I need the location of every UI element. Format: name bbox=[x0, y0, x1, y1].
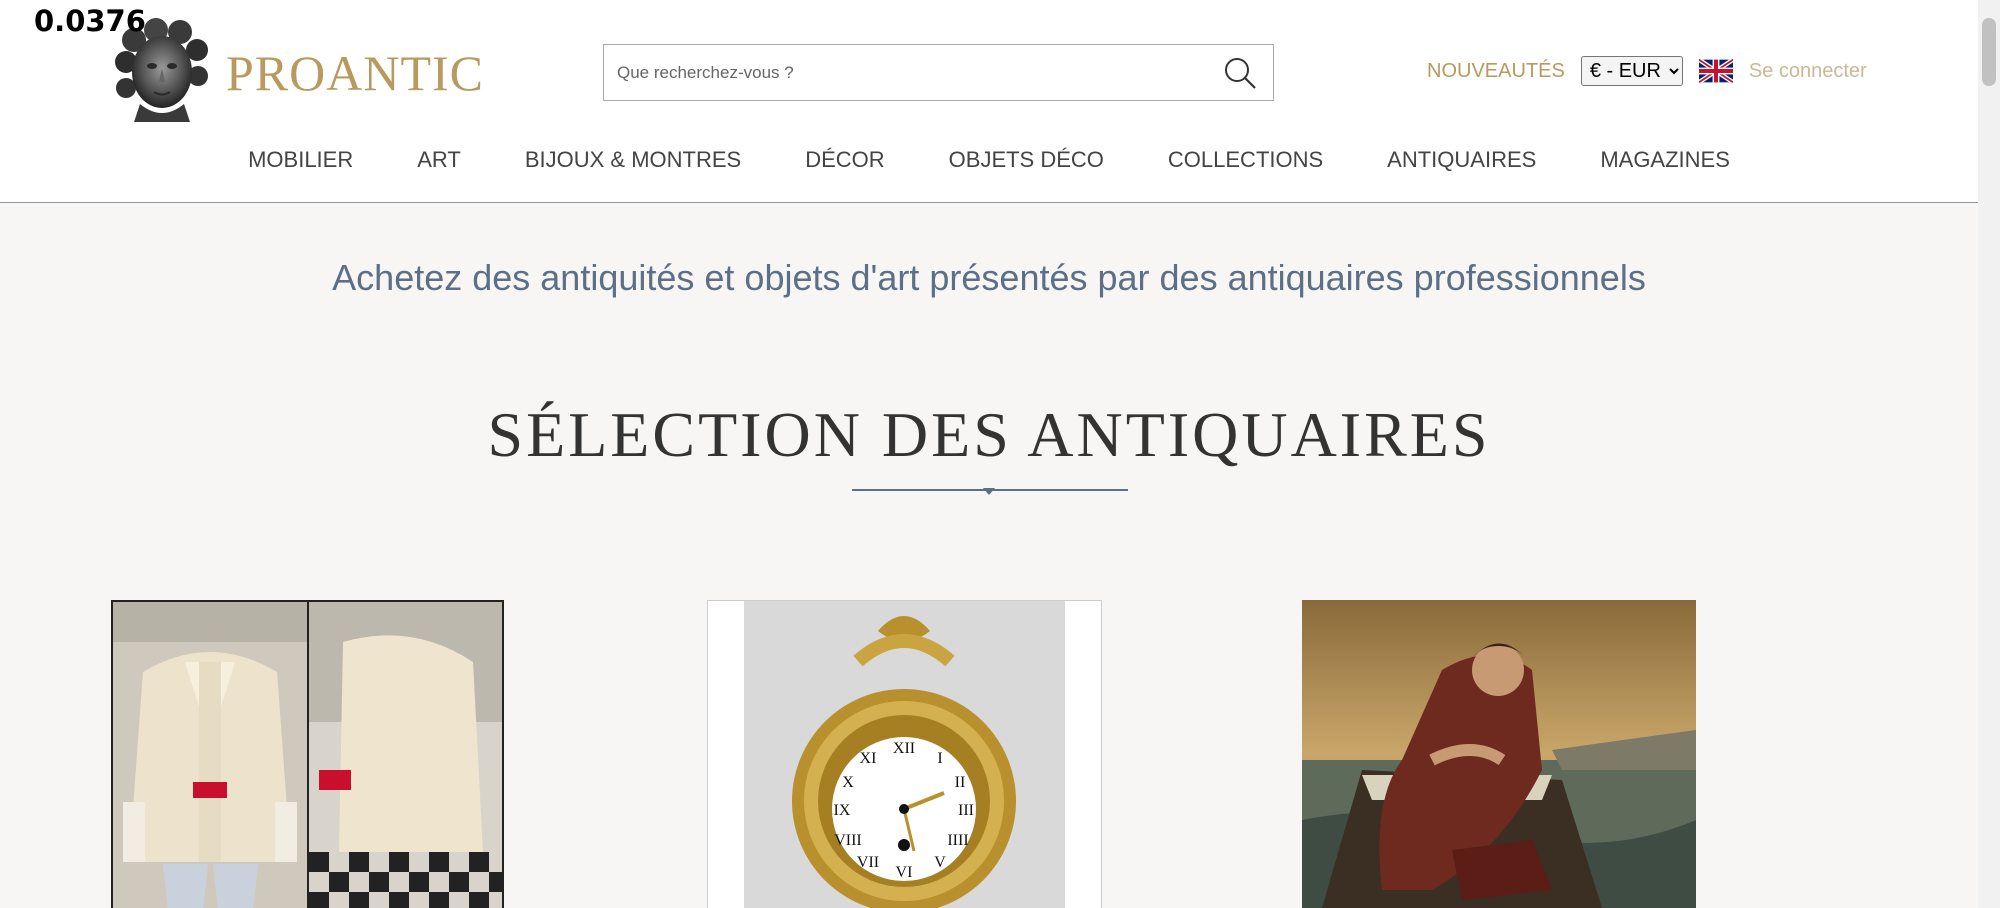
svg-text:VI: VI bbox=[896, 864, 913, 881]
logo[interactable]: PROANTIC bbox=[112, 18, 484, 122]
new-arrivals-link[interactable]: NOUVEAUTÉS bbox=[1427, 60, 1565, 83]
divider-marker-icon bbox=[983, 488, 995, 495]
product-card-jacket[interactable] bbox=[111, 600, 504, 908]
product-image-clock: XII I II III IIII V VI VII VIII IX X XI bbox=[708, 601, 1101, 908]
svg-text:IIII: IIII bbox=[947, 832, 968, 849]
product-image-painting bbox=[1302, 600, 1696, 908]
login-link[interactable]: Se connecter bbox=[1749, 60, 1867, 83]
product-card-painting[interactable] bbox=[1302, 600, 1696, 908]
svg-text:I: I bbox=[937, 750, 942, 767]
scrollbar-thumb[interactable] bbox=[1982, 18, 1996, 86]
svg-text:XI: XI bbox=[860, 750, 877, 767]
page-scrollbar[interactable] bbox=[1978, 0, 2000, 908]
svg-text:II: II bbox=[955, 774, 966, 791]
search-box bbox=[603, 44, 1274, 101]
main-nav: MOBILIER ART BIJOUX & MONTRES DÉCOR OBJE… bbox=[0, 147, 1978, 173]
svg-text:XII: XII bbox=[893, 740, 915, 757]
nav-item-art[interactable]: ART bbox=[417, 147, 461, 173]
svg-text:IX: IX bbox=[834, 802, 851, 819]
nav-item-bijoux-montres[interactable]: BIJOUX & MONTRES bbox=[525, 147, 741, 173]
currency-select[interactable]: € - EUR bbox=[1580, 56, 1683, 86]
site-header: PROANTIC NOUVEAUTÉS € - EUR Se connecter… bbox=[0, 0, 1978, 203]
svg-text:V: V bbox=[934, 854, 946, 871]
nav-item-collections[interactable]: COLLECTIONS bbox=[1168, 147, 1323, 173]
svg-text:VII: VII bbox=[857, 854, 879, 871]
search-icon[interactable] bbox=[1223, 56, 1257, 90]
logo-text: PROANTIC bbox=[226, 45, 485, 101]
product-card-clock[interactable]: XII I II III IIII V VI VII VIII IX X XI bbox=[707, 600, 1102, 908]
header-tools: NOUVEAUTÉS € - EUR Se connecter bbox=[1427, 56, 1867, 86]
search-input[interactable] bbox=[604, 45, 1207, 100]
svg-text:VIII: VIII bbox=[834, 832, 862, 849]
uk-flag-icon[interactable] bbox=[1698, 59, 1733, 83]
nav-item-mobilier[interactable]: MOBILIER bbox=[248, 147, 353, 173]
nav-item-decor[interactable]: DÉCOR bbox=[805, 147, 884, 173]
overlay-value: 0.0376 bbox=[34, 4, 146, 38]
tagline: Achetez des antiquités et objets d'art p… bbox=[332, 257, 1646, 298]
nav-item-antiquaires[interactable]: ANTIQUAIRES bbox=[1387, 147, 1536, 173]
section-title: SÉLECTION DES ANTIQUAIRES bbox=[487, 399, 1491, 470]
svg-text:III: III bbox=[958, 802, 974, 819]
nav-item-objets-deco[interactable]: OBJETS DÉCO bbox=[949, 147, 1104, 173]
nav-item-magazines[interactable]: MAGAZINES bbox=[1600, 147, 1730, 173]
svg-text:X: X bbox=[842, 774, 854, 791]
product-image-jacket bbox=[113, 602, 502, 908]
